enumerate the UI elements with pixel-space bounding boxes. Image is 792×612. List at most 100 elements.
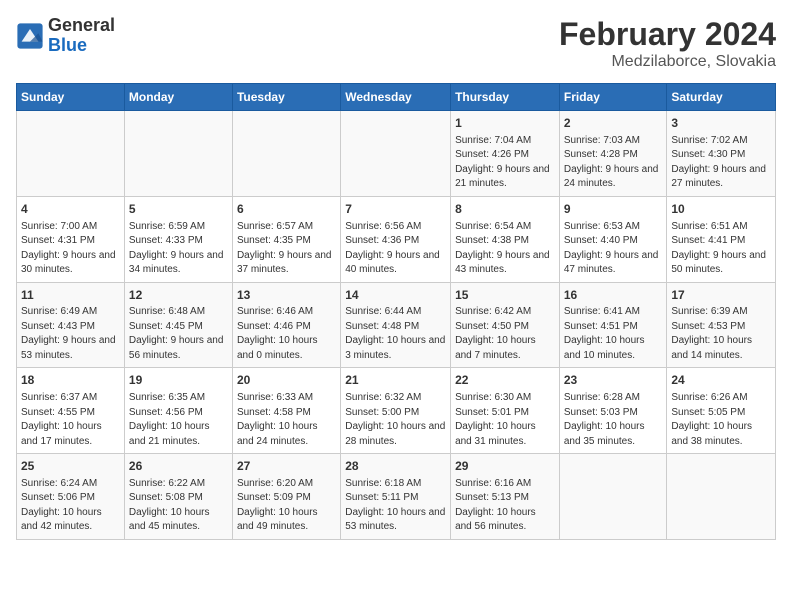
day-cell: 24Sunrise: 6:26 AM Sunset: 5:05 PM Dayli… (667, 368, 776, 454)
day-number: 11 (21, 287, 120, 304)
day-info: Sunrise: 6:53 AM Sunset: 4:40 PM Dayligh… (564, 220, 663, 278)
day-number: 16 (564, 287, 663, 304)
day-cell: 18 Sunrise: 6:37 AM Sunset: 4:55 PM Dayli… (17, 368, 125, 454)
day-cell (232, 111, 340, 197)
day-info: Sunrise: 6:22 AM Sunset: 5:08 PM Dayligh… (129, 477, 228, 535)
day-cell: 9 Sunrise: 6:53 AM Sunset: 4:40 PM Daylig… (559, 196, 667, 282)
day-number: 28 (345, 458, 446, 475)
day-cell: 25 Sunrise: 6:24 AM Sunset: 5:06 PM Dayli… (17, 454, 125, 540)
logo-blue: Blue (48, 36, 115, 56)
day-number: 20 (237, 372, 336, 389)
day-info: Sunrise: 6:39 AM Sunset: 4:53 PM Dayligh… (671, 305, 771, 363)
week-row-4: 18 Sunrise: 6:37 AM Sunset: 4:55 PM Dayli… (17, 368, 776, 454)
day-cell: 14Sunrise: 6:44 AM Sunset: 4:48 PM Dayli… (341, 282, 451, 368)
day-number: 4 (21, 201, 120, 218)
day-number: 26 (129, 458, 228, 475)
day-info: Sunrise: 6:56 AM Sunset: 4:36 PM Dayligh… (345, 220, 446, 278)
day-info: Sunrise: 6:32 AM Sunset: 5:00 PM Dayligh… (345, 391, 446, 449)
day-cell: 10Sunrise: 6:51 AM Sunset: 4:41 PM Dayli… (667, 196, 776, 282)
day-cell: 16Sunrise: 6:41 AM Sunset: 4:51 PM Dayli… (559, 282, 667, 368)
day-cell: 15Sunrise: 6:42 AM Sunset: 4:50 PM Dayli… (451, 282, 560, 368)
day-cell: 29 Sunrise: 6:16 AM Sunset: 5:13 PM Dayli… (451, 454, 560, 540)
day-info: Sunrise: 6:35 AM Sunset: 4:56 PM Dayligh… (129, 391, 228, 449)
day-info: Sunrise: 6:41 AM Sunset: 4:51 PM Dayligh… (564, 305, 663, 363)
page-header: General Blue February 2024 Medzilaborce,… (16, 16, 776, 71)
header-cell-friday: Friday (559, 84, 667, 111)
day-info: Sunrise: 7:03 AM Sunset: 4:28 PM Dayligh… (564, 134, 663, 192)
day-cell: 23 Sunrise: 6:28 AM Sunset: 5:03 PM Dayli… (559, 368, 667, 454)
day-number: 23 (564, 372, 663, 389)
day-cell: 7 Sunrise: 6:56 AM Sunset: 4:36 PM Daylig… (341, 196, 451, 282)
day-cell: 11Sunrise: 6:49 AM Sunset: 4:43 PM Dayli… (17, 282, 125, 368)
day-number: 5 (129, 201, 228, 218)
day-info: Sunrise: 6:59 AM Sunset: 4:33 PM Dayligh… (129, 220, 228, 278)
page-subtitle: Medzilaborce, Slovakia (559, 53, 776, 71)
day-info: Sunrise: 6:49 AM Sunset: 4:43 PM Dayligh… (21, 305, 120, 363)
day-cell: 28 Sunrise: 6:18 AM Sunset: 5:11 PM Dayli… (341, 454, 451, 540)
day-cell: 1 Sunrise: 7:04 AM Sunset: 4:26 PM Daylig… (451, 111, 560, 197)
header-cell-monday: Monday (124, 84, 232, 111)
day-number: 25 (21, 458, 120, 475)
day-info: Sunrise: 6:33 AM Sunset: 4:58 PM Dayligh… (237, 391, 336, 449)
day-cell: 19 Sunrise: 6:35 AM Sunset: 4:56 PM Dayli… (124, 368, 232, 454)
logo: General Blue (16, 16, 115, 56)
day-number: 29 (455, 458, 555, 475)
day-number: 17 (671, 287, 771, 304)
logo-icon (16, 22, 44, 50)
day-info: Sunrise: 7:00 AM Sunset: 4:31 PM Dayligh… (21, 220, 120, 278)
day-number: 14 (345, 287, 446, 304)
day-cell: 22 Sunrise: 6:30 AM Sunset: 5:01 PM Dayli… (451, 368, 560, 454)
day-cell: 3 Sunrise: 7:02 AM Sunset: 4:30 PM Daylig… (667, 111, 776, 197)
header-cell-tuesday: Tuesday (232, 84, 340, 111)
day-info: Sunrise: 6:44 AM Sunset: 4:48 PM Dayligh… (345, 305, 446, 363)
logo-general: General (48, 16, 115, 36)
day-cell (17, 111, 125, 197)
day-info: Sunrise: 6:28 AM Sunset: 5:03 PM Dayligh… (564, 391, 663, 449)
day-cell: 4 Sunrise: 7:00 AM Sunset: 4:31 PM Daylig… (17, 196, 125, 282)
day-number: 12 (129, 287, 228, 304)
day-number: 24 (671, 372, 771, 389)
day-number: 2 (564, 115, 663, 132)
header-cell-thursday: Thursday (451, 84, 560, 111)
day-cell: 2 Sunrise: 7:03 AM Sunset: 4:28 PM Daylig… (559, 111, 667, 197)
day-info: Sunrise: 7:02 AM Sunset: 4:30 PM Dayligh… (671, 134, 771, 192)
day-info: Sunrise: 6:30 AM Sunset: 5:01 PM Dayligh… (455, 391, 555, 449)
day-cell (124, 111, 232, 197)
day-info: Sunrise: 6:46 AM Sunset: 4:46 PM Dayligh… (237, 305, 336, 363)
day-number: 27 (237, 458, 336, 475)
day-number: 6 (237, 201, 336, 218)
day-number: 18 (21, 372, 120, 389)
day-number: 3 (671, 115, 771, 132)
day-cell: 8 Sunrise: 6:54 AM Sunset: 4:38 PM Daylig… (451, 196, 560, 282)
header-cell-wednesday: Wednesday (341, 84, 451, 111)
day-number: 22 (455, 372, 555, 389)
day-cell: 13Sunrise: 6:46 AM Sunset: 4:46 PM Dayli… (232, 282, 340, 368)
day-number: 19 (129, 372, 228, 389)
day-number: 1 (455, 115, 555, 132)
page-title: February 2024 (559, 16, 776, 53)
calendar-table: SundayMondayTuesdayWednesdayThursdayFrid… (16, 83, 776, 540)
week-row-1: 1 Sunrise: 7:04 AM Sunset: 4:26 PM Daylig… (17, 111, 776, 197)
day-info: Sunrise: 7:04 AM Sunset: 4:26 PM Dayligh… (455, 134, 555, 192)
day-number: 21 (345, 372, 446, 389)
day-info: Sunrise: 6:54 AM Sunset: 4:38 PM Dayligh… (455, 220, 555, 278)
day-info: Sunrise: 6:18 AM Sunset: 5:11 PM Dayligh… (345, 477, 446, 535)
day-number: 13 (237, 287, 336, 304)
header-cell-saturday: Saturday (667, 84, 776, 111)
day-cell: 17Sunrise: 6:39 AM Sunset: 4:53 PM Dayli… (667, 282, 776, 368)
day-cell: 12Sunrise: 6:48 AM Sunset: 4:45 PM Dayli… (124, 282, 232, 368)
week-row-3: 11Sunrise: 6:49 AM Sunset: 4:43 PM Dayli… (17, 282, 776, 368)
day-cell: 20 Sunrise: 6:33 AM Sunset: 4:58 PM Dayli… (232, 368, 340, 454)
day-cell: 21 Sunrise: 6:32 AM Sunset: 5:00 PM Dayli… (341, 368, 451, 454)
day-cell: 5 Sunrise: 6:59 AM Sunset: 4:33 PM Daylig… (124, 196, 232, 282)
day-number: 10 (671, 201, 771, 218)
logo-text: General Blue (48, 16, 115, 56)
day-info: Sunrise: 6:24 AM Sunset: 5:06 PM Dayligh… (21, 477, 120, 535)
day-info: Sunrise: 6:16 AM Sunset: 5:13 PM Dayligh… (455, 477, 555, 535)
day-number: 9 (564, 201, 663, 218)
day-info: Sunrise: 6:37 AM Sunset: 4:55 PM Dayligh… (21, 391, 120, 449)
day-cell: 26 Sunrise: 6:22 AM Sunset: 5:08 PM Dayli… (124, 454, 232, 540)
day-number: 7 (345, 201, 446, 218)
day-number: 8 (455, 201, 555, 218)
day-cell: 27Sunrise: 6:20 AM Sunset: 5:09 PM Dayli… (232, 454, 340, 540)
